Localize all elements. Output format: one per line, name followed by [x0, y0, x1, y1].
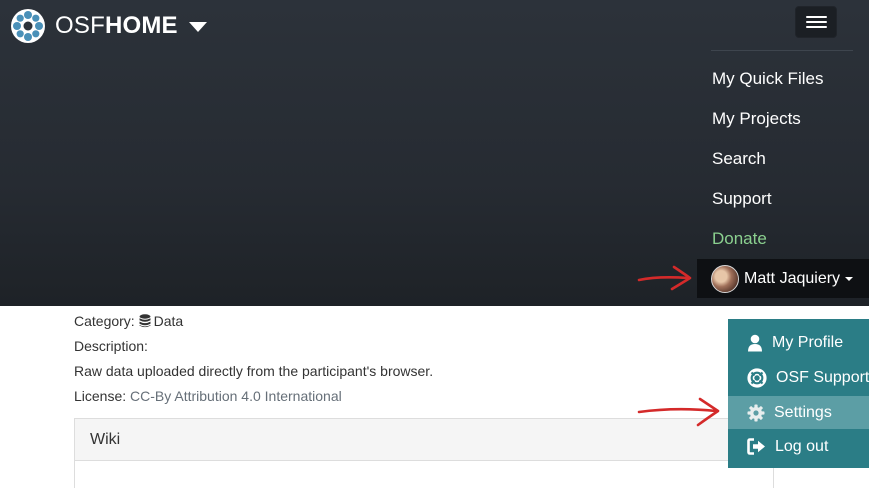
nav-item-support[interactable]: Support	[712, 189, 772, 209]
navbar: OSFHOME My Quick Files My Projects Searc…	[0, 0, 869, 306]
wiki-panel-header[interactable]: Wiki	[75, 419, 773, 461]
user-dropdown-menu: My Profile OSF Support Settings Log out	[728, 319, 869, 468]
menu-item-label: My Profile	[772, 333, 844, 351]
menu-item-osf-support[interactable]: OSF Support	[728, 361, 869, 394]
hamburger-bar	[806, 21, 827, 23]
brand-title: OSFHOME	[55, 12, 178, 40]
menu-item-label: Settings	[774, 403, 832, 421]
description-text: Raw data uploaded directly from the part…	[74, 363, 434, 379]
hamburger-bar	[806, 16, 827, 18]
menu-item-my-profile[interactable]: My Profile	[728, 326, 869, 359]
category-row: Category: Data	[74, 313, 183, 329]
database-icon	[139, 314, 151, 328]
life-ring-icon	[747, 367, 767, 388]
license-row: License: CC-By Attribution 4.0 Internati…	[74, 388, 342, 404]
chevron-down-icon	[188, 22, 207, 32]
menu-item-log-out[interactable]: Log out	[728, 430, 869, 463]
brand-home-menu[interactable]: OSFHOME	[10, 8, 207, 44]
user-menu-button[interactable]: Matt Jaquiery	[697, 259, 869, 298]
caret-down-icon	[845, 276, 854, 281]
menu-item-label: OSF Support	[776, 368, 869, 386]
brand-home: HOME	[104, 12, 178, 39]
menu-item-label: Log out	[775, 437, 829, 455]
nav-item-my-quick-files[interactable]: My Quick Files	[712, 69, 823, 89]
avatar	[711, 264, 739, 293]
description-label: Description:	[74, 338, 148, 354]
wiki-panel: Wiki	[74, 418, 774, 490]
wiki-panel-body	[75, 461, 773, 490]
license-label: License:	[74, 388, 127, 404]
hamburger-menu-button[interactable]	[795, 6, 837, 38]
nav-item-my-projects[interactable]: My Projects	[712, 109, 801, 129]
menu-item-settings[interactable]: Settings	[728, 396, 869, 429]
category-value: Data	[153, 313, 184, 329]
license-link[interactable]: CC-By Attribution 4.0 International	[130, 388, 342, 404]
osf-logo-icon	[11, 9, 45, 43]
wiki-title: Wiki	[90, 430, 121, 448]
category-label: Category:	[74, 313, 135, 329]
user-icon	[748, 334, 762, 351]
nav-item-search[interactable]: Search	[712, 149, 766, 169]
user-name: Matt Jaquiery	[744, 269, 841, 287]
hamburger-bar	[806, 26, 827, 28]
nav-item-donate[interactable]: Donate	[712, 229, 767, 249]
nav-divider	[711, 50, 853, 51]
brand-osf: OSF	[55, 12, 105, 39]
gear-icon	[747, 404, 765, 421]
sign-out-icon	[747, 438, 765, 455]
